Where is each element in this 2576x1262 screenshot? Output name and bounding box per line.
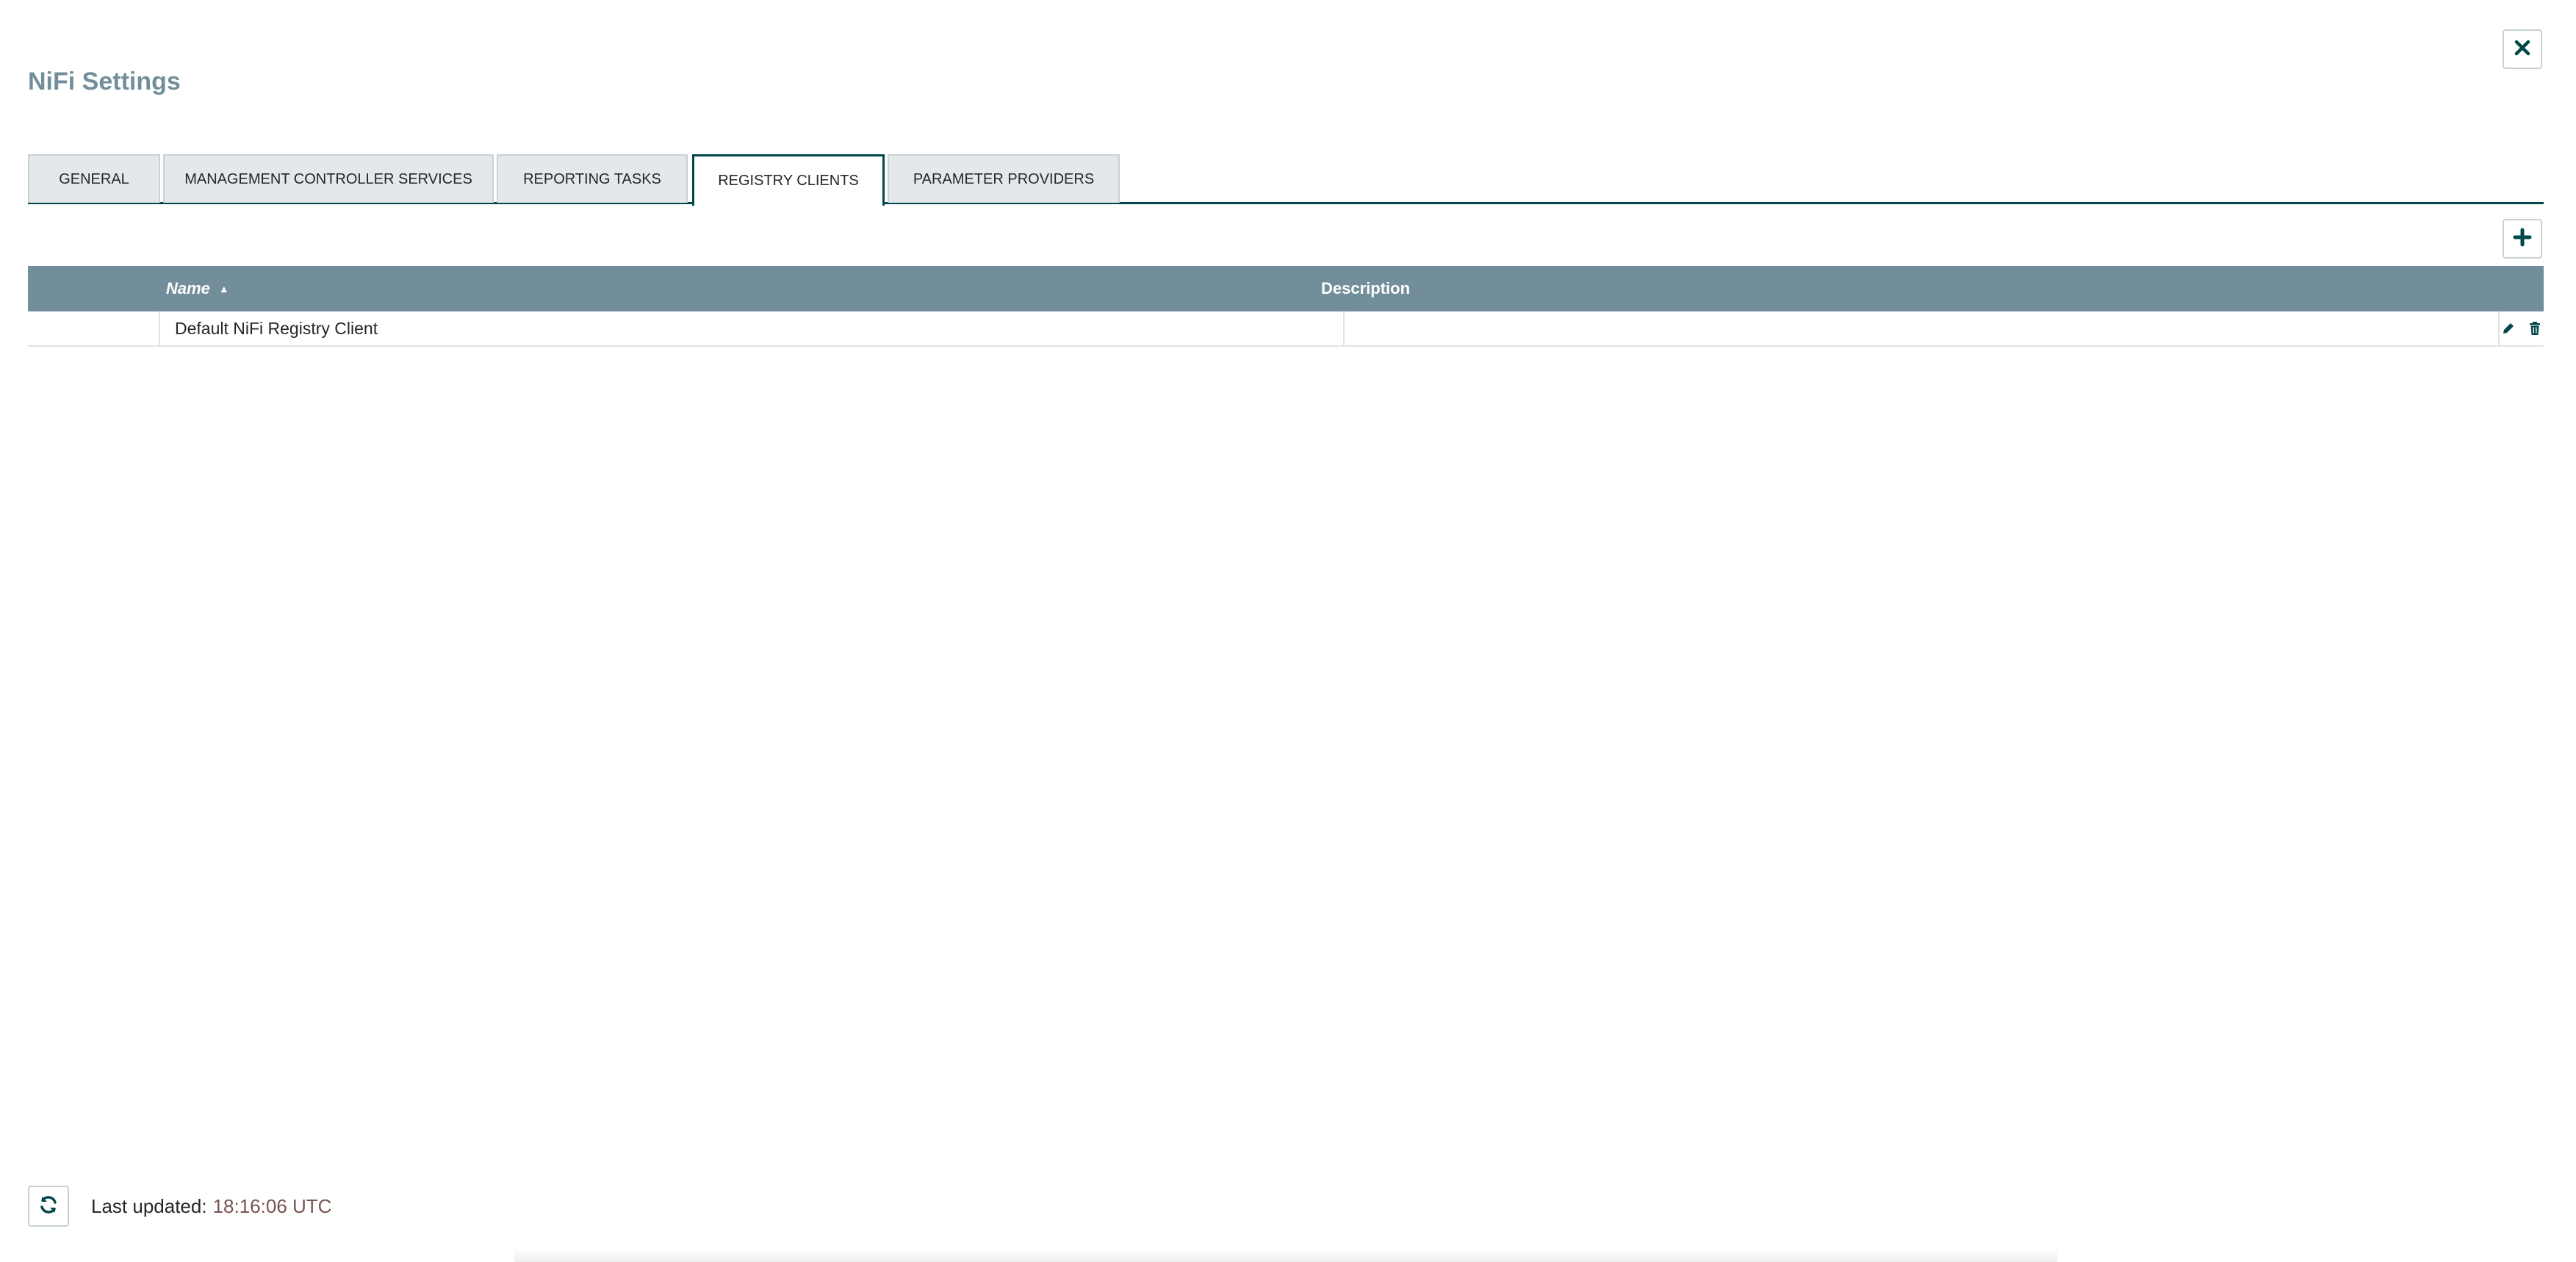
column-header-name-label: Name [166,279,210,298]
refresh-icon [37,1194,60,1219]
trash-icon[interactable] [2527,320,2543,336]
last-updated: Last updated: 18:16:06 UTC [91,1195,331,1218]
settings-tabs: General Management Controller Services R… [28,154,2544,206]
last-updated-label: Last updated: [91,1194,207,1217]
table-header: Name ▲ Description [28,266,2544,311]
refresh-button[interactable] [28,1186,69,1227]
tab-general[interactable]: General [28,154,160,203]
registry-clients-table: Name ▲ Description Default NiFi Registry… [28,266,2544,347]
close-icon [2514,39,2531,60]
sort-ascending-icon: ▲ [218,283,229,295]
registry-client-description [1345,311,2500,345]
plus-icon [2513,228,2532,250]
tab-parameter-providers[interactable]: Parameter Providers [888,154,1120,203]
pencil-icon[interactable] [2500,320,2516,336]
tab-registry-clients[interactable]: Registry Clients [692,154,885,206]
column-header-description[interactable]: Description [1321,266,1410,311]
table-row[interactable]: Default NiFi Registry Client [28,311,2544,347]
footer: Last updated: 18:16:06 UTC [28,1186,331,1227]
nifi-settings-dialog: NiFi Settings General Management Control… [0,0,2576,1262]
row-actions [2500,311,2544,345]
last-updated-timestamp: 18:16:06 UTC [212,1194,332,1217]
row-selector-cell [28,311,160,345]
page-title: NiFi Settings [28,68,181,95]
tab-reporting-tasks[interactable]: Reporting Tasks [497,154,688,203]
close-button[interactable] [2503,29,2542,69]
bottom-shadow [514,1249,2057,1262]
add-registry-client-button[interactable] [2503,219,2542,259]
registry-client-name: Default NiFi Registry Client [160,311,1345,345]
column-header-name[interactable]: Name ▲ [166,266,229,311]
column-header-description-label: Description [1321,279,1411,298]
tab-management-controller-services[interactable]: Management Controller Services [163,154,494,203]
